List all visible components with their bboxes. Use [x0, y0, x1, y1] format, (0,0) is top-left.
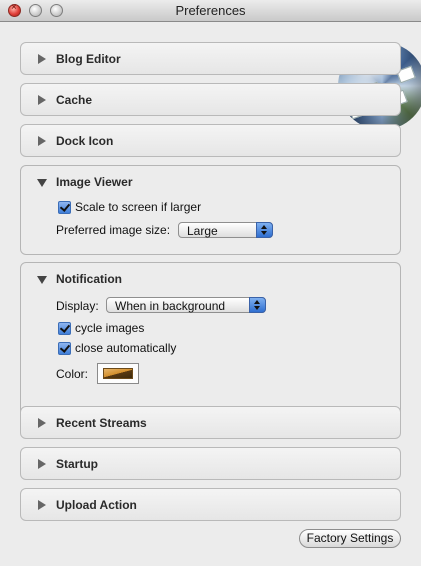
factory-settings-button[interactable]: Factory Settings: [299, 529, 401, 548]
close-automatically-checkbox[interactable]: [58, 342, 71, 355]
cycle-images-label: cycle images: [75, 321, 145, 335]
section-notification: Notification Display: When in background…: [20, 262, 401, 419]
section-image-viewer: Image Viewer Scale to screen if larger P…: [20, 165, 401, 255]
disclosure-triangle-icon[interactable]: [38, 459, 46, 469]
window-title: Preferences: [175, 3, 246, 18]
preferences-content: Blog Editor Cache Dock Icon Image Viewer…: [0, 22, 421, 566]
display-value: When in background: [115, 299, 226, 313]
disclosure-triangle-icon[interactable]: [38, 500, 46, 510]
section-title: Cache: [56, 93, 93, 107]
color-well[interactable]: [97, 363, 139, 384]
preferred-size-popup[interactable]: Large: [178, 222, 273, 238]
popup-arrows-icon: [256, 222, 273, 238]
section-title: Recent Streams: [56, 416, 147, 430]
display-popup[interactable]: When in background: [106, 297, 266, 313]
section-title: Upload Action: [56, 498, 137, 512]
disclosure-triangle-icon[interactable]: [37, 276, 47, 284]
scale-to-screen-checkbox[interactable]: [58, 201, 71, 214]
cycle-images-checkbox[interactable]: [58, 322, 71, 335]
disclosure-triangle-icon[interactable]: [38, 136, 46, 146]
scale-to-screen-label: Scale to screen if larger: [75, 200, 202, 214]
color-swatch: [103, 368, 133, 379]
disclosure-triangle-icon[interactable]: [38, 418, 46, 428]
section-upload-action[interactable]: Upload Action: [20, 488, 401, 521]
section-title: Dock Icon: [56, 134, 114, 148]
disclosure-triangle-icon[interactable]: [38, 95, 46, 105]
section-title: Blog Editor: [56, 52, 121, 66]
title-bar: × Preferences: [0, 0, 421, 22]
section-title: Startup: [56, 457, 98, 471]
popup-arrows-icon: [249, 297, 266, 313]
color-label: Color:: [56, 367, 89, 381]
section-dock-icon[interactable]: Dock Icon: [20, 124, 401, 157]
disclosure-triangle-icon[interactable]: [37, 179, 47, 187]
section-title: Image Viewer: [56, 175, 133, 189]
section-title: Notification: [56, 272, 122, 286]
section-startup[interactable]: Startup: [20, 447, 401, 480]
section-recent-streams[interactable]: Recent Streams: [20, 406, 401, 439]
preferred-size-value: Large: [187, 224, 218, 238]
disclosure-triangle-icon[interactable]: [38, 54, 46, 64]
preferred-size-label: Preferred image size:: [56, 223, 171, 237]
section-cache[interactable]: Cache: [20, 83, 401, 116]
section-blog-editor[interactable]: Blog Editor: [20, 42, 401, 75]
display-label: Display:: [56, 299, 99, 313]
close-automatically-label: close automatically: [75, 341, 177, 355]
